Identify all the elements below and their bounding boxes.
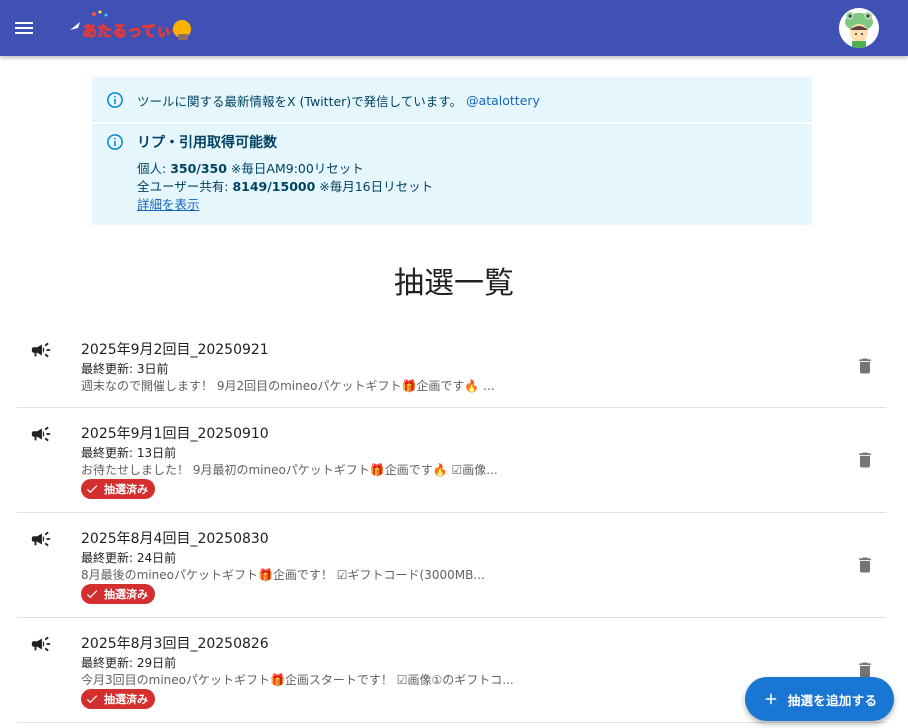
twitter-notice: ツールに関する最新情報をX (Twitter)で発信しています。 @atalot… bbox=[106, 91, 540, 109]
personal-quota-note: ※毎日AM9:00リセット bbox=[226, 161, 364, 176]
delete-icon[interactable] bbox=[855, 555, 875, 575]
notice-text: ツールに関する最新情報をX (Twitter)で発信しています。 bbox=[137, 93, 463, 109]
lottery-description: 今月3回目のmineoパケットギフト🎁企画スタートです！ ☑画像①のギフトコ..… bbox=[81, 673, 514, 687]
info-icon bbox=[107, 134, 123, 150]
app-bar: あたるってぃー bbox=[0, 0, 908, 56]
info-icon bbox=[107, 92, 123, 108]
shared-quota-label: 全ユーザー共有: bbox=[137, 179, 233, 194]
list-item[interactable]: 2025年8月4回目_20250830 最終更新: 24日前 8月最後のmine… bbox=[17, 513, 886, 618]
lottery-description: 8月最後のmineoパケットギフト🎁企画です！ ☑ギフトコード(3000MB..… bbox=[81, 568, 485, 582]
lottery-description: 週末なので開催します！ 9月2回目のmineoパケットギフト🎁企画です🔥 ... bbox=[81, 379, 495, 393]
delete-icon[interactable] bbox=[855, 356, 875, 376]
personal-quota-value: 350/350 bbox=[170, 161, 227, 176]
check-icon bbox=[86, 590, 98, 599]
app-logo[interactable]: あたるってぃー bbox=[66, 8, 194, 48]
add-lottery-button[interactable]: 抽選を追加する bbox=[745, 677, 894, 721]
drawn-badge: 抽選済み bbox=[81, 584, 155, 604]
lottery-list: 2025年9月2回目_20250921 最終更新: 3日前 週末なので開催します… bbox=[17, 324, 886, 723]
personal-quota: 個人: 350/350 ※毎日AM9:00リセット bbox=[137, 158, 364, 177]
plus-icon bbox=[765, 693, 776, 705]
list-item[interactable]: 2025年9月2回目_20250921 最終更新: 3日前 週末なので開催します… bbox=[17, 324, 886, 408]
badge-label: 抽選済み bbox=[104, 588, 148, 601]
shared-quota-value: 8149/15000 bbox=[232, 179, 316, 194]
show-details-link[interactable]: 詳細を表示 bbox=[137, 194, 200, 213]
drawn-badge: 抽選済み bbox=[81, 479, 155, 499]
lottery-title: 2025年8月3回目_20250826 bbox=[81, 636, 269, 652]
info-alert: ツールに関する最新情報をX (Twitter)で発信しています。 @atalot… bbox=[92, 77, 812, 225]
megaphone-icon bbox=[31, 342, 51, 358]
personal-quota-label: 個人: bbox=[137, 161, 171, 176]
shared-quota: 全ユーザー共有: 8149/15000 ※毎月16日リセット bbox=[137, 176, 433, 195]
last-updated: 最終更新: 13日前 bbox=[81, 446, 177, 460]
megaphone-icon bbox=[31, 426, 51, 442]
badge-label: 抽選済み bbox=[104, 693, 148, 706]
last-updated: 最終更新: 29日前 bbox=[81, 656, 177, 670]
page-title: 抽選一覧 bbox=[394, 266, 514, 301]
add-lottery-label: 抽選を追加する bbox=[787, 692, 878, 708]
lottery-title: 2025年9月1回目_20250910 bbox=[81, 426, 269, 442]
last-updated: 最終更新: 24日前 bbox=[81, 551, 177, 565]
delete-icon[interactable] bbox=[855, 450, 875, 470]
badge-label: 抽選済み bbox=[104, 483, 148, 496]
avatar[interactable] bbox=[839, 8, 879, 48]
list-item[interactable]: 2025年9月1回目_20250910 最終更新: 13日前 お待たせしました！… bbox=[17, 408, 886, 513]
lottery-title: 2025年8月4回目_20250830 bbox=[81, 531, 269, 547]
megaphone-icon bbox=[31, 636, 51, 652]
check-icon bbox=[86, 485, 98, 494]
drawn-badge: 抽選済み bbox=[81, 689, 155, 709]
logo-text: あたるってぃー bbox=[82, 22, 186, 40]
lottery-title: 2025年9月2回目_20250921 bbox=[81, 342, 269, 358]
check-icon bbox=[86, 695, 98, 704]
hamburger-menu-icon[interactable] bbox=[12, 16, 36, 40]
info-divider bbox=[92, 122, 812, 124]
last-updated: 最終更新: 3日前 bbox=[81, 362, 169, 376]
twitter-link[interactable]: @atalottery bbox=[466, 93, 540, 108]
lottery-description: お待たせしました！ 9月最初のmineoパケットギフト🎁企画です🔥 ☑画像... bbox=[81, 463, 498, 477]
quota-title: リプ・引用取得可能数 bbox=[137, 135, 277, 151]
shared-quota-note: ※毎月16日リセット bbox=[315, 179, 434, 194]
megaphone-icon bbox=[31, 531, 51, 547]
